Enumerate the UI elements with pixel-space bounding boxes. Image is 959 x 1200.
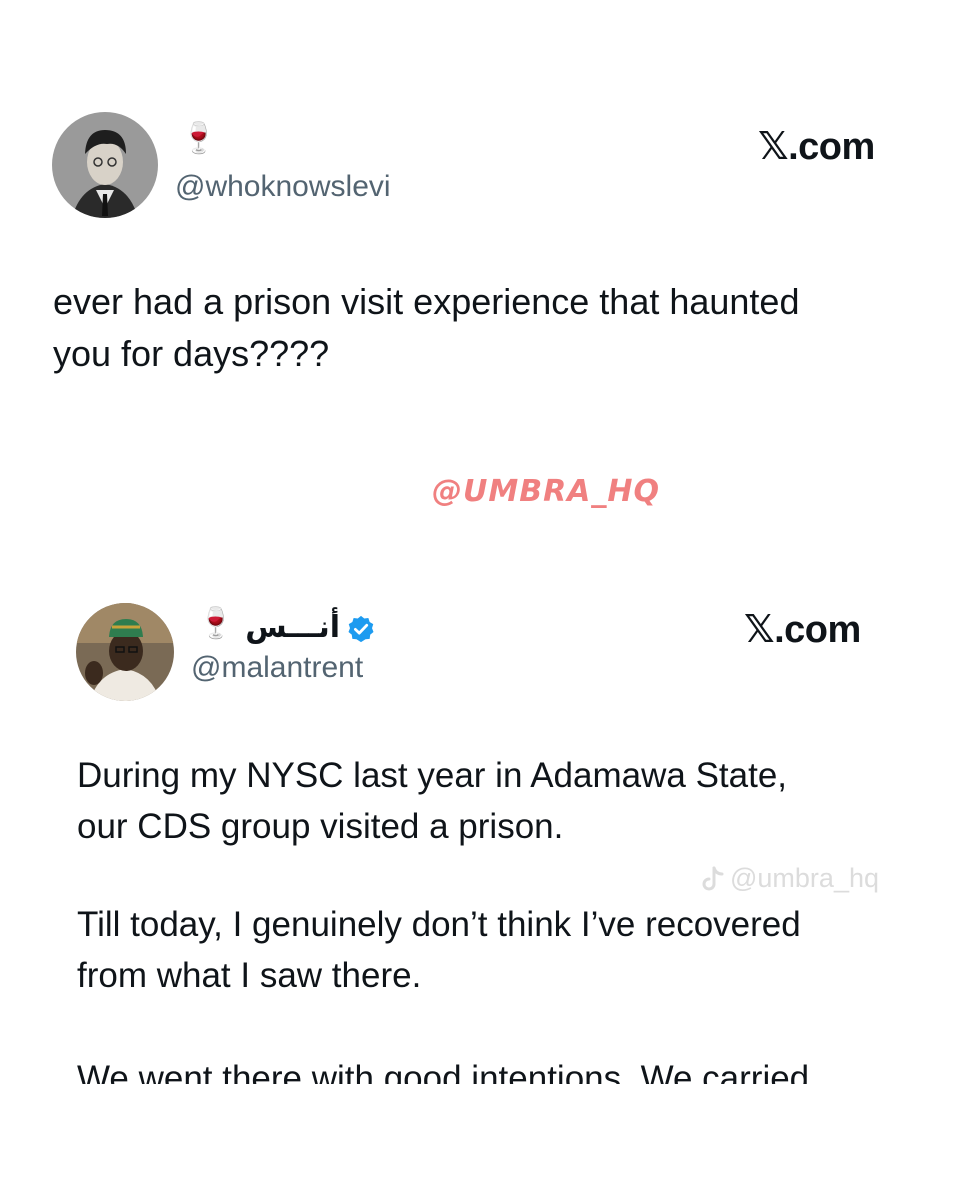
name-emoji: 🍷 — [180, 122, 218, 155]
handle[interactable]: @malantrent — [191, 651, 363, 685]
x-brand-label: 𝕏.com — [744, 609, 861, 651]
handle[interactable]: @whoknowslevi — [175, 170, 391, 204]
tiktok-watermark: @umbra_hq — [700, 863, 879, 894]
display-name: أنـــس — [245, 610, 340, 645]
verified-badge-icon — [346, 614, 376, 644]
tiktok-icon — [702, 866, 724, 890]
tweet-line: ever had a prison visit experience that … — [53, 281, 800, 322]
avatar[interactable] — [52, 112, 158, 218]
tweet-text: Till today, I genuinely don’t think I’ve… — [77, 899, 801, 1001]
avatar[interactable] — [76, 603, 174, 701]
x-brand-label: 𝕏.com — [758, 126, 875, 168]
avatar-image — [52, 112, 158, 218]
umbra-tag: @UMBRA_HQ — [432, 474, 661, 509]
tweet-line: Till today, I genuinely don’t think I’ve… — [77, 905, 801, 944]
tweet-text: ever had a prison visit experience that … — [53, 276, 799, 380]
name-emoji: 🍷 — [197, 607, 235, 640]
tweet-text: During my NYSC last year in Adamawa Stat… — [77, 750, 787, 852]
tweet-line: you for days???? — [53, 333, 330, 374]
tweet-line: our CDS group visited a prison. — [77, 807, 564, 846]
watermark-text: @umbra_hq — [730, 863, 879, 893]
tweet-line: from what I saw there. — [77, 956, 422, 995]
text-cutoff — [0, 1084, 959, 1124]
avatar-image — [76, 603, 174, 701]
tweet-line: During my NYSC last year in Adamawa Stat… — [77, 756, 788, 795]
